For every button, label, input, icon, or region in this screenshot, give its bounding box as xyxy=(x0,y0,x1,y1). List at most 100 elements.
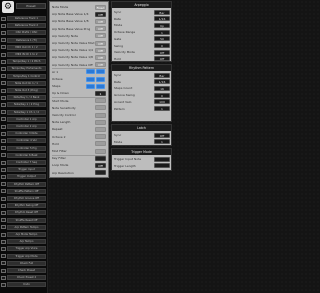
sidebar-item-checkbox[interactable] xyxy=(1,23,6,28)
setting-toggle[interactable] xyxy=(86,69,95,75)
sidebar-item-checkbox[interactable] xyxy=(1,138,6,143)
sidebar-item[interactable]: Controller 6 Beat xyxy=(1,152,46,158)
sidebar-item-checkbox[interactable] xyxy=(1,225,6,230)
setting-value[interactable] xyxy=(95,134,106,140)
sidebar-item-label[interactable]: Reference 1 (Tr) xyxy=(7,37,46,43)
setting-toggle[interactable] xyxy=(96,83,105,89)
sidebar-item[interactable]: Rhythm Swing Off xyxy=(1,203,46,209)
sidebar-item[interactable]: MIDI IN Ch 1 to 2 xyxy=(1,52,46,57)
sidebar-item-checkbox[interactable] xyxy=(1,16,6,21)
sidebar-item-label[interactable]: Trigger Input xyxy=(7,167,46,173)
sidebar-item-checkbox[interactable] xyxy=(1,110,6,115)
sidebar-item-checkbox[interactable] xyxy=(1,131,6,136)
sidebar-item-label[interactable]: Note/Key 1 / 2 Prog xyxy=(7,102,46,108)
setting-toggle[interactable] xyxy=(96,76,105,82)
sidebar-item-checkbox[interactable] xyxy=(1,146,6,151)
sidebar-item-label[interactable]: Reference Track 1 xyxy=(7,16,46,21)
setting-value[interactable] xyxy=(95,148,106,154)
sidebar-item[interactable]: Check Preset 2 xyxy=(1,275,46,281)
trigger-setting-value[interactable] xyxy=(154,163,170,169)
latch-setting-value[interactable]: 1 xyxy=(154,139,170,145)
sidebar-item[interactable]: Note Out 3 (Prog) xyxy=(1,88,46,93)
sidebar-item-label[interactable]: Rhythm Swing Off xyxy=(7,203,46,209)
sidebar-item-checkbox[interactable] xyxy=(1,218,6,223)
sidebar-item[interactable]: Trigger Input xyxy=(1,167,46,173)
sidebar-item[interactable]: Controller 7 Seq xyxy=(1,160,46,165)
sidebar-item-label[interactable]: Arp Tempo xyxy=(7,239,46,245)
sidebar-item-label[interactable]: Arp Mode Tempo xyxy=(7,232,46,237)
sidebar-item-label[interactable]: Note Out On 1 / 1 xyxy=(7,80,46,86)
setting-value[interactable] xyxy=(95,105,106,111)
sidebar-item-label[interactable]: Shuffle Reset Off xyxy=(7,217,46,223)
sidebar-item[interactable]: Controller 3 Note xyxy=(1,131,46,137)
sidebar-item[interactable]: OSC Prefix / OSC xyxy=(1,30,46,36)
setting-value[interactable]: Off xyxy=(95,18,106,24)
sidebar-item-checkbox[interactable] xyxy=(1,81,6,86)
setting-value[interactable] xyxy=(95,112,106,118)
sidebar-item[interactable]: Rhythm Reset Off xyxy=(1,210,46,216)
sidebar-item-label[interactable]: Controller 3 Note xyxy=(7,131,46,137)
setting-toggle[interactable] xyxy=(86,83,95,89)
sidebar-item-label[interactable]: Controller 1 Arp xyxy=(7,116,46,122)
sidebar-item-label[interactable]: Controller 7 Seq xyxy=(7,160,46,165)
gear-icon[interactable]: ⚙ xyxy=(2,1,14,13)
sidebar-item-label[interactable]: Trigger Output xyxy=(7,174,46,180)
sidebar-item-label[interactable]: Note/Key 1 Ch 1 / 2 xyxy=(7,109,46,115)
sidebar-item-checkbox[interactable] xyxy=(1,182,6,187)
rhythm-setting-value[interactable]: 1 xyxy=(154,106,170,111)
sidebar-item-checkbox[interactable] xyxy=(1,282,6,287)
arpeggio-setting-value[interactable]: 1 xyxy=(154,29,170,35)
sidebar-item-checkbox[interactable] xyxy=(1,102,6,107)
sidebar-item-label[interactable]: Note/Key 1 / 2 Bank xyxy=(7,95,46,101)
setting-value[interactable]: Off xyxy=(95,54,106,60)
rhythm-setting-value[interactable]: 0 xyxy=(154,92,170,98)
sidebar-item-label[interactable]: Controller 6 Beat xyxy=(7,152,46,158)
setting-value[interactable]: Off xyxy=(95,40,106,46)
sidebar-item-label[interactable]: Rhythm Groove Off xyxy=(7,196,46,201)
sidebar-item-checkbox[interactable] xyxy=(1,45,6,50)
sidebar-item-checkbox[interactable] xyxy=(1,124,6,129)
sidebar-item-checkbox[interactable] xyxy=(1,66,6,71)
setting-value[interactable] xyxy=(95,119,106,125)
sidebar-item-checkbox[interactable] xyxy=(1,189,6,194)
sidebar-item-label[interactable]: Arp Pattern Tempo xyxy=(7,224,46,230)
arpeggio-setting-value[interactable]: Bar xyxy=(154,9,170,15)
sidebar-item-checkbox[interactable] xyxy=(1,246,6,251)
arpeggio-setting-value[interactable]: Up xyxy=(154,22,170,28)
setting-value[interactable] xyxy=(95,98,106,104)
sidebar-item-checkbox[interactable] xyxy=(1,30,6,35)
setting-value[interactable] xyxy=(95,126,106,132)
sidebar-item-label[interactable]: Controller 4 Vel xyxy=(7,138,46,144)
sidebar-item[interactable]: Note/Key 1 / 2 Bank xyxy=(1,95,46,101)
latch-setting-value[interactable]: Off xyxy=(154,132,170,138)
setting-value[interactable] xyxy=(95,155,106,161)
sidebar-item-checkbox[interactable] xyxy=(1,74,6,79)
sidebar-item-checkbox[interactable] xyxy=(1,59,6,64)
sidebar-item-checkbox[interactable] xyxy=(1,239,6,244)
sidebar-item[interactable]: Shuffle Reset Off xyxy=(1,217,46,223)
sidebar-item-checkbox[interactable] xyxy=(1,174,6,179)
sidebar-item-label[interactable]: Reference Track 2 xyxy=(7,23,46,29)
setting-value[interactable]: 1 xyxy=(95,90,106,96)
sidebar-item-label[interactable]: MIDI IN Ch 1 to 2 xyxy=(7,52,46,57)
setting-value[interactable] xyxy=(95,141,106,147)
sidebar-item[interactable]: Arp Mode Tempo xyxy=(1,232,46,237)
sidebar-item-checkbox[interactable] xyxy=(1,268,6,273)
setting-value[interactable] xyxy=(95,170,106,176)
sidebar-item[interactable]: Trigger Arp Mode xyxy=(1,253,46,259)
sidebar-item[interactable]: Rhythm Groove Off xyxy=(1,196,46,201)
sidebar-item[interactable]: Arp Pattern Tempo xyxy=(1,224,46,230)
sidebar-item-label[interactable]: Tempo/Key 1 / 2 Pitch xyxy=(7,59,46,65)
sidebar-item[interactable]: Shuffle Pattern Off xyxy=(1,188,46,194)
sidebar-item[interactable]: Note Out On 1 / 1 xyxy=(1,80,46,86)
sidebar-item-label[interactable]: OSC Prefix / OSC xyxy=(7,30,46,36)
rhythm-setting-value[interactable]: 1/16 xyxy=(154,79,170,85)
arpeggio-setting-value[interactable]: Off xyxy=(154,49,170,55)
sidebar-item[interactable]: Undo xyxy=(1,282,46,288)
sidebar-item[interactable]: Arp Tempo xyxy=(1,239,46,245)
sidebar-item-label[interactable]: Rhythm Reset Off xyxy=(7,210,46,216)
sidebar-item[interactable]: Tempo/Key Portamento xyxy=(1,66,46,72)
sidebar-item-label[interactable]: Check Preset xyxy=(7,268,46,273)
arpeggio-setting-value[interactable]: 1/16 xyxy=(154,16,170,22)
sidebar-item-checkbox[interactable] xyxy=(1,232,6,237)
